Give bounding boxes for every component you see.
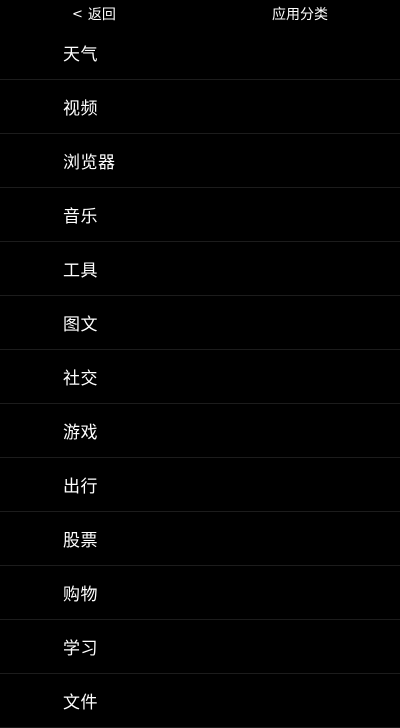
category-label: 音乐 [63, 207, 98, 227]
category-item-social[interactable]: 社交 [0, 350, 400, 404]
page-title: 应用分类 [272, 7, 328, 23]
category-item-shopping[interactable]: 购物 [0, 566, 400, 620]
category-item-stocks[interactable]: 股票 [0, 512, 400, 566]
category-item-travel[interactable]: 出行 [0, 458, 400, 512]
back-button-label: 返回 [87, 7, 116, 23]
category-label: 学习 [63, 639, 98, 659]
back-button[interactable]: < 返回 [72, 4, 116, 24]
category-label: 游戏 [63, 423, 98, 443]
category-label: 购物 [63, 585, 98, 605]
category-item-learning[interactable]: 学习 [0, 620, 400, 674]
category-item-browser[interactable]: 浏览器 [0, 134, 400, 188]
category-item-music[interactable]: 音乐 [0, 188, 400, 242]
category-item-games[interactable]: 游戏 [0, 404, 400, 458]
category-label: 股票 [63, 531, 98, 551]
category-item-video[interactable]: 视频 [0, 80, 400, 134]
category-item-files[interactable]: 文件 [0, 674, 400, 728]
category-label: 社交 [63, 369, 98, 389]
category-label: 文件 [63, 693, 98, 713]
category-label: 天气 [63, 45, 98, 65]
category-item-tools[interactable]: 工具 [0, 242, 400, 296]
category-label: 浏览器 [63, 153, 116, 173]
header-bar: < 返回 应用分类 [0, 0, 400, 28]
category-label: 图文 [63, 315, 98, 335]
category-item-weather[interactable]: 天气 [0, 26, 400, 80]
category-label: 工具 [63, 261, 98, 281]
category-label: 出行 [63, 477, 98, 497]
category-item-graphics-text[interactable]: 图文 [0, 296, 400, 350]
category-list: 天气 视频 浏览器 音乐 工具 图文 社交 游戏 出行 股票 购物 学习 文件 [0, 26, 400, 728]
category-label: 视频 [63, 99, 98, 119]
chevron-left-icon: < [72, 6, 83, 22]
